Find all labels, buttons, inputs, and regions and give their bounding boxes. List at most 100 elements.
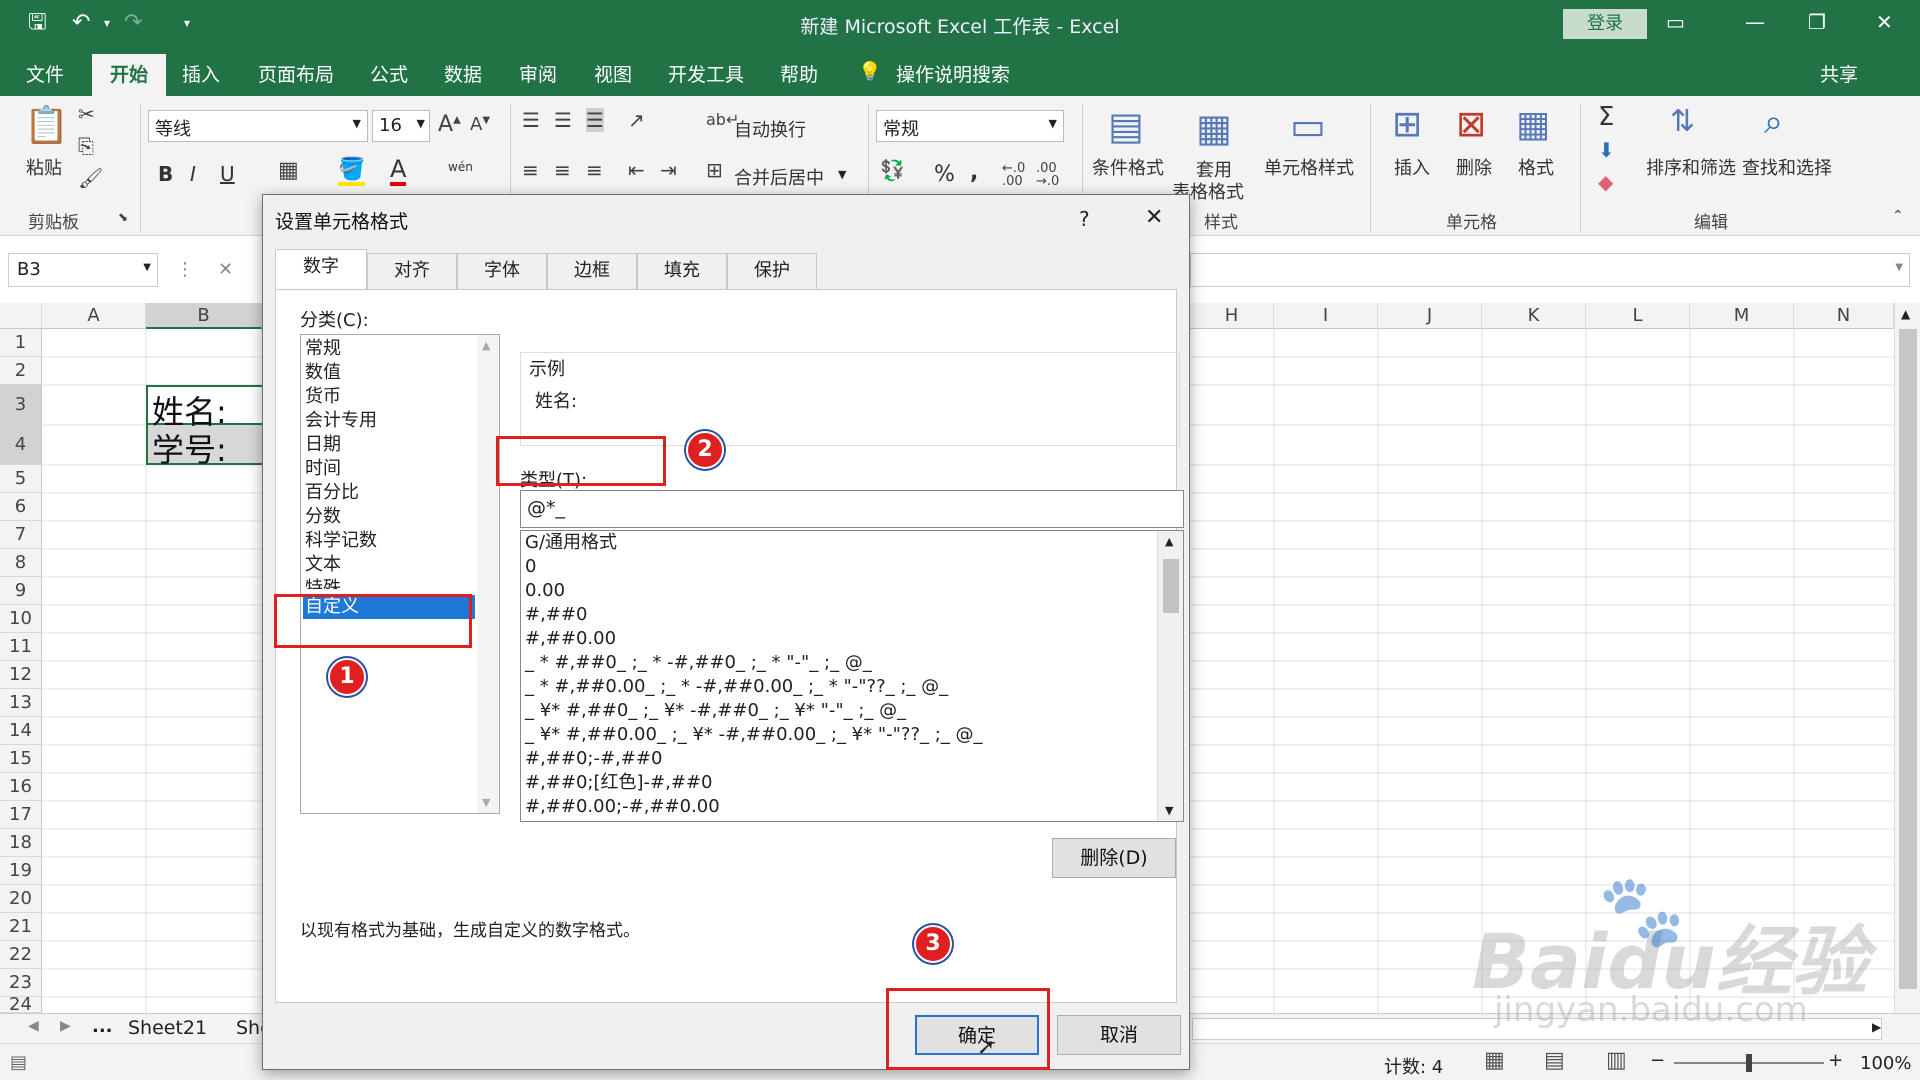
format-item[interactable]: #,##0.00 (525, 627, 616, 651)
tab-alignment[interactable]: 对齐 (367, 253, 457, 289)
tell-me-search[interactable]: 操作说明搜索 (896, 60, 1010, 87)
format-item[interactable]: _ * #,##0.00_ ;_ * -#,##0.00_ ;_ * "-"??… (525, 675, 948, 699)
cut-icon[interactable]: ✂ (78, 102, 95, 126)
vertical-scrollbar[interactable]: ▲ (1894, 303, 1920, 1013)
paste-button-label[interactable]: 粘贴 (26, 154, 62, 180)
category-item[interactable]: 分数 (305, 505, 341, 529)
tab-number[interactable]: 数字 (275, 249, 367, 290)
scroll-up-icon[interactable]: ▲ (1165, 535, 1173, 548)
paste-icon[interactable]: 📋 (24, 104, 69, 146)
decrease-decimal-icon[interactable]: .00 →.0 (1036, 162, 1059, 188)
wrap-text-button[interactable]: 自动换行 (734, 116, 806, 142)
format-item[interactable]: 0.00 (525, 579, 565, 603)
type-input[interactable]: @*_ (520, 490, 1184, 528)
format-item[interactable]: #,##0.00;-#,##0.00 (525, 795, 720, 819)
tab-help[interactable]: 帮助 (780, 60, 818, 87)
tab-insert[interactable]: 插入 (182, 60, 220, 87)
insert-cells-icon[interactable]: ⊞ (1392, 104, 1422, 145)
format-cells-button[interactable]: 格式 (1518, 154, 1554, 180)
cancel-button[interactable]: 取消 (1057, 1015, 1181, 1055)
tab-protection[interactable]: 保护 (727, 253, 817, 289)
name-box[interactable]: B3 ▼ (8, 253, 158, 287)
sort-filter-button[interactable]: 排序和筛选 (1646, 154, 1736, 180)
tab-page-layout[interactable]: 页面布局 (258, 60, 334, 87)
help-button[interactable]: ? (1079, 207, 1090, 231)
format-painter-icon[interactable]: 🖌 (78, 166, 103, 190)
increase-font-icon[interactable]: A▲ (438, 112, 461, 137)
scroll-down-icon[interactable]: ▼ (482, 796, 490, 809)
format-item[interactable]: _ * #,##0_ ;_ * -#,##0_ ;_ * "-"_ ;_ @_ (525, 651, 872, 675)
align-right-icon[interactable]: ≡ (586, 158, 603, 182)
category-list[interactable]: 常规 数值 货币 会计专用 日期 时间 百分比 分数 科学记数 文本 特殊 自定… (300, 334, 500, 814)
scroll-up-icon[interactable]: ▲ (1901, 307, 1910, 321)
category-item[interactable]: 时间 (305, 457, 341, 481)
close-dialog-button[interactable]: ✕ (1145, 205, 1163, 230)
percent-button[interactable]: % (934, 162, 955, 187)
normal-view-icon[interactable]: ▦ (1484, 1048, 1505, 1073)
borders-icon[interactable]: ▦ (278, 158, 299, 183)
align-left-icon[interactable]: ≡ (522, 158, 539, 182)
category-item[interactable]: 特殊 (305, 577, 341, 589)
fill-icon[interactable]: ⬇ (1598, 138, 1615, 162)
cell-styles-button[interactable]: 单元格样式 (1264, 154, 1354, 180)
sheet-tab[interactable]: Sheet21 (128, 1017, 207, 1039)
font-name-select[interactable]: 等线 ▼ (148, 110, 368, 142)
format-item[interactable]: 0 (525, 555, 536, 579)
zoom-thumb[interactable] (1746, 1054, 1752, 1072)
format-item[interactable]: #,##0;[红色]-#,##0 (525, 771, 712, 795)
align-middle-icon[interactable]: ☰ (554, 108, 572, 132)
formula-cancel-icon[interactable]: ✕ (218, 259, 233, 280)
scroll-right-icon[interactable]: ▶ (1872, 1020, 1881, 1034)
category-item[interactable]: 数值 (305, 361, 341, 385)
category-item[interactable]: 常规 (305, 337, 341, 361)
tab-review[interactable]: 审阅 (519, 60, 557, 87)
tab-view[interactable]: 视图 (594, 60, 632, 87)
login-button[interactable]: 登录 (1563, 9, 1647, 39)
tab-developer[interactable]: 开发工具 (668, 60, 744, 87)
find-select-button[interactable]: 查找和选择 (1742, 154, 1832, 180)
zoom-in-icon[interactable]: + (1828, 1050, 1843, 1071)
zoom-level[interactable]: 100% (1860, 1053, 1911, 1074)
format-list-scrollbar[interactable]: ▲ ▼ (1157, 531, 1183, 821)
scroll-thumb[interactable] (1163, 559, 1179, 613)
restore-icon[interactable]: ❐ (1808, 10, 1826, 34)
minimize-icon[interactable]: — (1745, 10, 1765, 34)
more-sheets-button[interactable]: ... (92, 1016, 113, 1037)
find-select-icon[interactable]: ⌕ (1764, 102, 1783, 142)
bold-button[interactable]: B (158, 162, 173, 186)
copy-icon[interactable]: ⎘ (78, 134, 94, 158)
category-scrollbar[interactable]: ▲ ▼ (477, 335, 499, 813)
delete-cells-button[interactable]: 删除 (1456, 154, 1492, 180)
conditional-format-icon[interactable]: ▤ (1108, 104, 1144, 148)
scroll-thumb[interactable] (1899, 329, 1917, 989)
tab-data[interactable]: 数据 (444, 60, 482, 87)
merge-center-icon[interactable]: ⊞ (706, 158, 723, 182)
ribbon-display-icon[interactable]: ▭ (1666, 10, 1685, 34)
comma-button[interactable]: , (970, 160, 978, 185)
accounting-format-icon[interactable]: 💱 (880, 158, 905, 182)
close-window-icon[interactable]: ✕ (1876, 10, 1893, 34)
insert-cells-button[interactable]: 插入 (1394, 154, 1430, 180)
align-top-icon[interactable]: ☰ (522, 108, 540, 132)
increase-decimal-icon[interactable]: ←.0.00 (1002, 162, 1025, 188)
category-item[interactable]: 科学记数 (305, 529, 377, 553)
page-break-view-icon[interactable]: ▥ (1606, 1048, 1627, 1073)
align-bottom-icon[interactable]: ☰ (586, 108, 604, 132)
phonetic-icon[interactable]: wén (448, 160, 473, 174)
category-item[interactable]: 文本 (305, 553, 341, 577)
prev-sheet-icon[interactable]: ◀ (28, 1018, 39, 1034)
delete-cells-icon[interactable]: ⊠ (1456, 104, 1486, 145)
dialog-launcher-icon[interactable]: ⬊ (118, 210, 128, 224)
font-color-icon[interactable]: A (390, 156, 407, 186)
tab-font[interactable]: 字体 (457, 253, 547, 289)
clear-icon[interactable]: ◆ (1598, 170, 1613, 194)
scroll-down-icon[interactable]: ▼ (1165, 804, 1173, 817)
next-sheet-icon[interactable]: ▶ (60, 1018, 71, 1034)
zoom-slider[interactable] (1674, 1054, 1824, 1072)
align-center-icon[interactable]: ≡ (554, 158, 571, 182)
fill-color-icon[interactable]: 🪣 (338, 158, 366, 186)
merge-dropdown-icon[interactable]: ▼ (838, 168, 846, 181)
tab-home[interactable]: 开始 (92, 54, 167, 96)
scroll-up-icon[interactable]: ▲ (482, 339, 490, 352)
italic-button[interactable]: I (190, 162, 196, 186)
